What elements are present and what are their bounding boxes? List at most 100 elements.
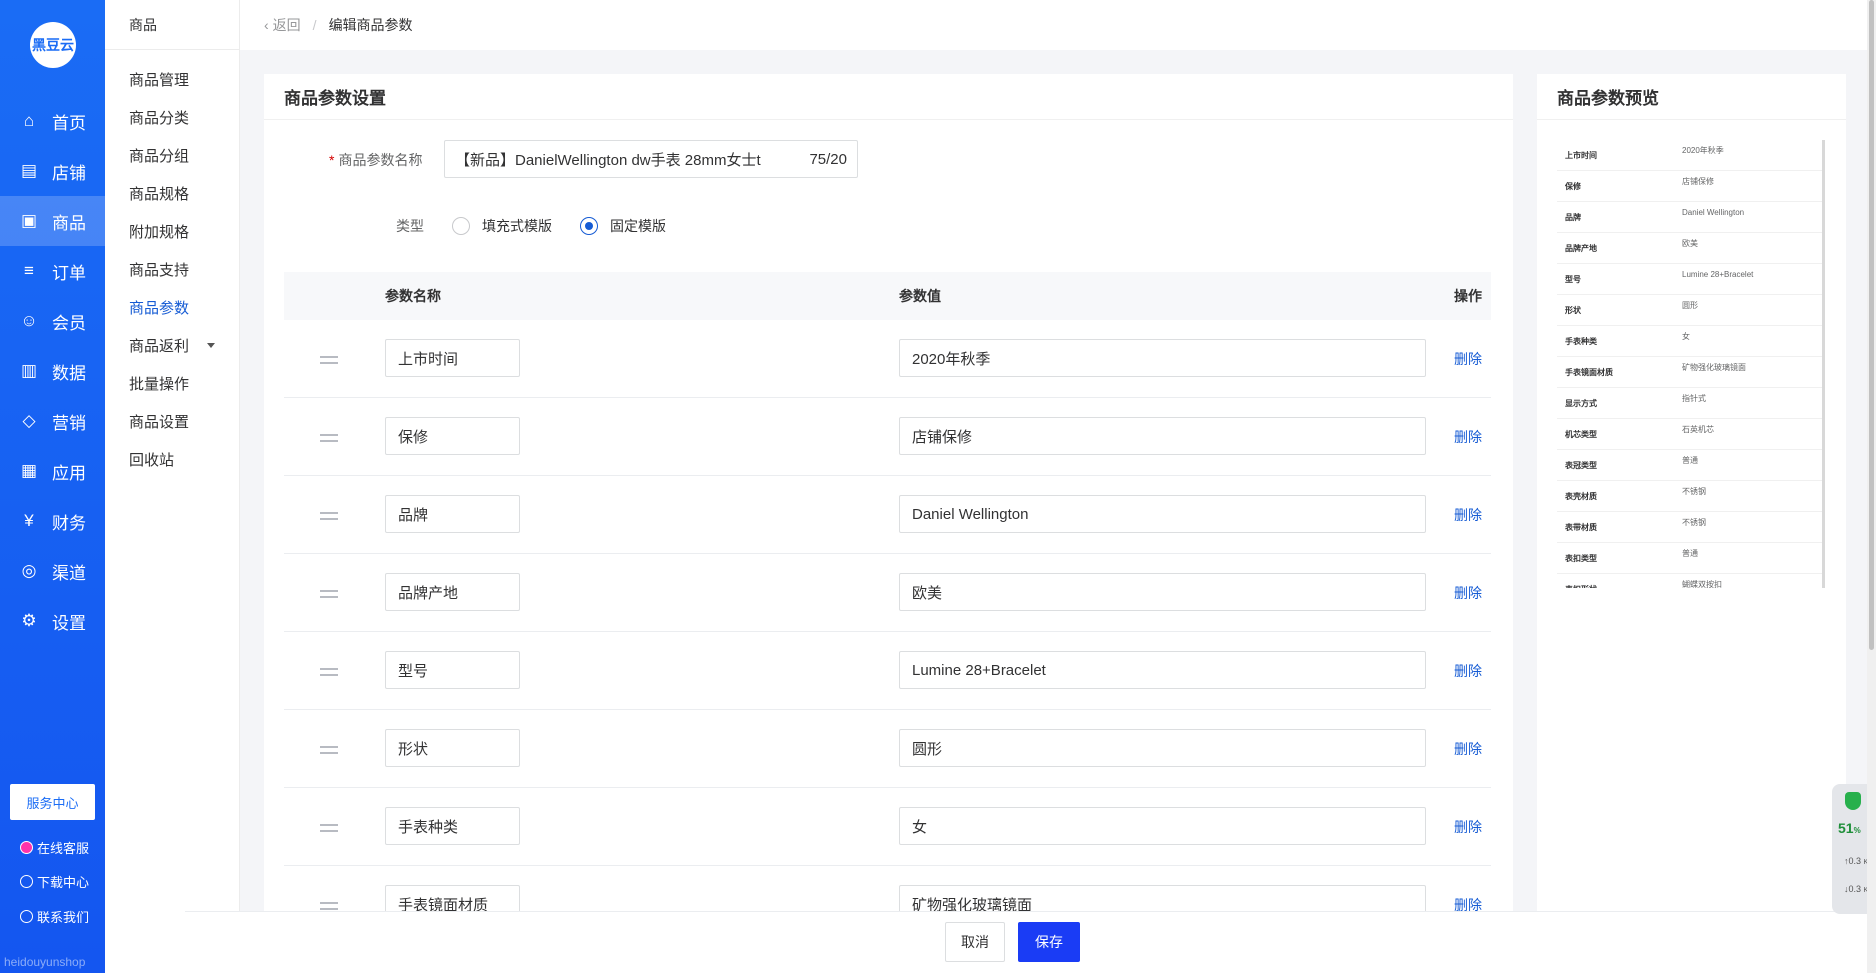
radio-fixed-template[interactable]: 固定模版 (580, 216, 666, 236)
page-scrollbar[interactable] (1867, 0, 1876, 973)
param-value-field[interactable]: 2020年秋季 (899, 339, 1426, 377)
delete-link[interactable]: 删除 (1454, 583, 1482, 603)
contact-us-label: 联系我们 (37, 910, 90, 925)
delete-link[interactable]: 删除 (1454, 427, 1482, 447)
sub-nav-item[interactable]: 商品返利 (105, 326, 239, 364)
sub-nav-item[interactable]: 商品参数 (105, 288, 239, 326)
download-center-link[interactable]: 下载中心 (20, 872, 89, 891)
main-nav-item[interactable]: ⚙ 设置 (0, 596, 105, 646)
drag-handle-icon[interactable] (320, 668, 338, 676)
main-nav-label: 店铺 (52, 163, 86, 183)
main-nav-item[interactable]: ▥ 数据 (0, 346, 105, 396)
preview-table[interactable]: 上市时间 2020年秋季 保修 店铺保修 品牌 Daniel Wellington 品牌产地… (1557, 140, 1825, 588)
param-name-field[interactable]: 上市时间 (385, 339, 520, 377)
param-name-field[interactable]: 保修 (385, 417, 520, 455)
sub-nav-item[interactable]: 商品规格 (105, 174, 239, 212)
sub-nav-item[interactable]: 商品支持 (105, 250, 239, 288)
upload-value: 0.3 (1848, 856, 1862, 866)
cancel-button[interactable]: 取消 (945, 922, 1005, 962)
drag-handle-icon[interactable] (320, 824, 338, 832)
param-name-input[interactable]: 【新品】DanielWellington dw手表 28mm女士t 75/20 (444, 140, 858, 178)
drag-handle-icon[interactable] (320, 356, 338, 364)
param-name-field[interactable]: 品牌 (385, 495, 520, 533)
breadcrumb: ‹ 返回 / 编辑商品参数 (240, 0, 1876, 50)
preview-row: 品牌产地 欧美 (1557, 233, 1822, 264)
drag-handle-icon[interactable] (320, 902, 338, 910)
delete-link[interactable]: 删除 (1454, 817, 1482, 837)
sub-nav-label: 商品设置 (129, 413, 190, 431)
table-row: 保修 店铺保修 删除 (284, 398, 1491, 476)
online-service-label: 在线客服 (37, 841, 90, 856)
preview-card: 商品参数预览 上市时间 2020年秋季 保修 店铺保修 品牌 Daniel Welling… (1537, 74, 1846, 934)
param-value-field[interactable]: 女 (899, 807, 1426, 845)
main-nav-item[interactable]: ▣ 商品 (0, 196, 105, 246)
main-nav-label: 订单 (52, 263, 86, 283)
param-name-field[interactable]: 型号 (385, 651, 520, 689)
save-button[interactable]: 保存 (1018, 922, 1080, 962)
scrollbar-thumb[interactable] (1869, 0, 1874, 650)
table-header: 参数名称 参数值 操作 (284, 272, 1491, 320)
preview-value: 圆形 (1682, 300, 1698, 310)
chevron-left-icon: ‹ (264, 17, 269, 33)
sub-nav-item[interactable]: 商品设置 (105, 402, 239, 440)
drag-handle-icon[interactable] (320, 746, 338, 754)
preview-row: 表扣类型 普通 (1557, 543, 1822, 574)
main-nav-item[interactable]: ▤ 店铺 (0, 146, 105, 196)
param-name-field[interactable]: 形状 (385, 729, 520, 767)
main-nav-item[interactable]: ◎ 渠道 (0, 546, 105, 596)
preview-value: 2020年秋季 (1682, 145, 1724, 155)
service-center-button[interactable]: 服务中心 (10, 784, 95, 820)
delete-link[interactable]: 删除 (1454, 349, 1482, 369)
sub-nav-item[interactable]: 回收站 (105, 440, 239, 478)
sub-nav-label: 商品管理 (129, 71, 190, 89)
param-value-field[interactable]: Lumine 28+Bracelet (899, 651, 1426, 689)
radio-fill-template[interactable]: 填充式模版 (452, 216, 552, 236)
preview-row: 形状 圆形 (1557, 295, 1822, 326)
sub-nav-label: 商品分组 (129, 147, 190, 165)
drag-handle-icon[interactable] (320, 434, 338, 442)
delete-link[interactable]: 删除 (1454, 739, 1482, 759)
sub-nav-item[interactable]: 商品分类 (105, 98, 239, 136)
main-nav-item[interactable]: ¥ 财务 (0, 496, 105, 546)
param-value-field[interactable]: 欧美 (899, 573, 1426, 611)
drag-handle-icon[interactable] (320, 590, 338, 598)
param-name-value: 【新品】DanielWellington dw手表 28mm女士t (455, 151, 761, 169)
sub-nav-item[interactable]: 商品分组 (105, 136, 239, 174)
main-nav-item[interactable]: ☺ 会员 (0, 296, 105, 346)
param-name-field[interactable]: 手表种类 (385, 807, 520, 845)
sub-nav-item[interactable]: 附加规格 (105, 212, 239, 250)
param-value-field[interactable]: 圆形 (899, 729, 1426, 767)
delete-link[interactable]: 删除 (1454, 505, 1482, 525)
brand-logo[interactable]: 黑豆云 (30, 22, 76, 68)
main-nav-item[interactable]: ▦ 应用 (0, 446, 105, 496)
main-nav-label: 首页 (52, 113, 86, 133)
param-name-field[interactable]: 品牌产地 (385, 573, 520, 611)
sub-nav-item[interactable]: 批量操作 (105, 364, 239, 402)
back-link[interactable]: ‹ 返回 (264, 15, 301, 35)
preview-value: 不锈钢 (1682, 486, 1706, 496)
preview-value: 不锈钢 (1682, 517, 1706, 527)
preview-key: 显示方式 (1565, 398, 1597, 408)
radio-label: 填充式模版 (482, 218, 552, 234)
param-value-field[interactable]: Daniel Wellington (899, 495, 1426, 533)
table-row: 型号 Lumine 28+Bracelet 删除 (284, 632, 1491, 710)
preview-value: 欧美 (1682, 238, 1698, 248)
percent-unit: % (1853, 826, 1861, 835)
main-nav-label: 会员 (52, 313, 86, 333)
preview-key: 保修 (1565, 181, 1581, 191)
action-bar: 取消 保存 (185, 911, 1876, 973)
header-action: 操作 (1454, 288, 1482, 304)
preview-value: 女 (1682, 331, 1690, 341)
main-nav-item[interactable]: ≡ 订单 (0, 246, 105, 296)
main-nav-label: 营销 (52, 413, 86, 433)
sub-nav-item[interactable]: 商品管理 (105, 60, 239, 98)
online-service-link[interactable]: 在线客服 (20, 838, 89, 857)
delete-link[interactable]: 删除 (1454, 661, 1482, 681)
preview-key: 手表镜面材质 (1565, 367, 1613, 377)
param-value-field[interactable]: 店铺保修 (899, 417, 1426, 455)
preview-value: 指针式 (1682, 393, 1706, 403)
contact-us-link[interactable]: 联系我们 (20, 907, 89, 926)
main-nav-item[interactable]: ◇ 营销 (0, 396, 105, 446)
drag-handle-icon[interactable] (320, 512, 338, 520)
main-nav-item[interactable]: ⌂ 首页 (0, 96, 105, 146)
